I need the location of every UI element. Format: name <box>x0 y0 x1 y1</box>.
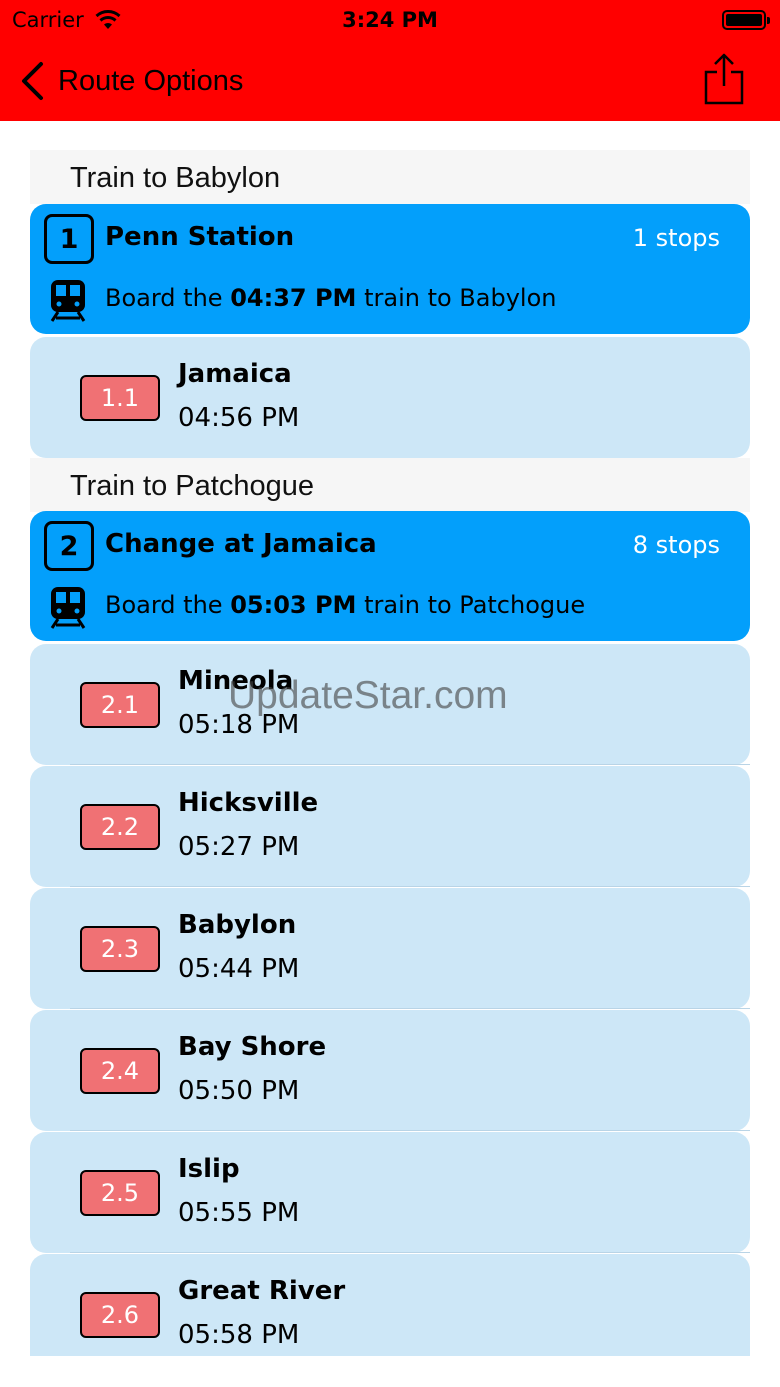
stop-name: Bay Shore <box>178 1032 327 1062</box>
stop-row[interactable]: 2.5 Islip 05:55 PM <box>30 1132 750 1253</box>
stop-code-badge: 2.3 <box>80 926 160 972</box>
train-icon <box>50 587 86 629</box>
back-button-label: Route Options <box>58 64 244 97</box>
stop-code-badge: 2.2 <box>80 804 160 850</box>
leg-stops-count: 8 stops <box>632 531 720 559</box>
stop-row[interactable]: 2.1 Mineola 05:18 PM <box>30 644 750 765</box>
stop-name: Hicksville <box>178 788 319 818</box>
chevron-left-icon <box>22 62 43 100</box>
back-button[interactable]: Route Options <box>20 56 243 106</box>
leg-station: Penn Station <box>105 222 295 252</box>
board-prefix: Board the <box>105 284 223 312</box>
stop-code-badge: 2.1 <box>80 682 160 728</box>
stop-name: Islip <box>178 1154 240 1184</box>
clock: 3:24 PM <box>342 8 438 32</box>
leg-number: 2 <box>44 521 94 571</box>
board-suffix: train to Babylon <box>364 284 557 312</box>
share-icon[interactable] <box>703 52 745 106</box>
boarding-info: Board the 04:37 PM train to Babylon <box>105 284 556 312</box>
stop-name: Babylon <box>178 910 297 940</box>
route-list[interactable]: Train to Babylon 1 Penn Station 1 stops … <box>30 121 750 1356</box>
row-separator <box>70 886 750 887</box>
section-header: Train to Patchogue <box>30 458 750 512</box>
board-time: 04:37 PM <box>230 284 357 312</box>
stop-time: 05:18 PM <box>178 710 300 740</box>
leg-number: 1 <box>44 214 94 264</box>
stop-time: 05:50 PM <box>178 1076 300 1106</box>
stop-code-badge: 2.5 <box>80 1170 160 1216</box>
stop-time: 05:55 PM <box>178 1198 300 1228</box>
leg-station: Change at Jamaica <box>105 529 377 559</box>
row-separator <box>70 1008 750 1009</box>
train-icon <box>50 280 86 322</box>
battery-icon <box>722 10 770 30</box>
leg-card[interactable]: 2 Change at Jamaica 8 stops Board the 05… <box>30 511 750 641</box>
stop-name: Jamaica <box>178 359 292 389</box>
board-prefix: Board the <box>105 591 223 619</box>
board-suffix: train to Patchogue <box>364 591 586 619</box>
stop-row[interactable]: 2.2 Hicksville 05:27 PM <box>30 766 750 887</box>
stop-time: 04:56 PM <box>178 403 300 433</box>
stop-row[interactable]: 2.6 Great River 05:58 PM <box>30 1254 750 1356</box>
stop-code-badge: 2.4 <box>80 1048 160 1094</box>
leg-stops-count: 1 stops <box>632 224 720 252</box>
stop-time: 05:27 PM <box>178 832 300 862</box>
stop-row[interactable]: 1.1 Jamaica 04:56 PM <box>30 337 750 458</box>
stop-time: 05:58 PM <box>178 1320 300 1350</box>
navigation-bar: Carrier 3:24 PM Route Options <box>0 0 780 121</box>
stop-name: Mineola <box>178 666 294 696</box>
stop-code-badge: 2.6 <box>80 1292 160 1338</box>
stop-row[interactable]: 2.3 Babylon 05:44 PM <box>30 888 750 1009</box>
board-time: 05:03 PM <box>230 591 357 619</box>
stop-row[interactable]: 2.4 Bay Shore 05:50 PM <box>30 1010 750 1131</box>
stop-code-badge: 1.1 <box>80 375 160 421</box>
section-header: Train to Babylon <box>30 150 750 204</box>
stop-time: 05:44 PM <box>178 954 300 984</box>
row-separator <box>70 1130 750 1131</box>
leg-card[interactable]: 1 Penn Station 1 stops Board the 04:37 P… <box>30 204 750 334</box>
status-bar: Carrier 3:24 PM <box>0 0 780 40</box>
stop-name: Great River <box>178 1276 346 1306</box>
section-title: Train to Patchogue <box>70 470 314 502</box>
boarding-info: Board the 05:03 PM train to Patchogue <box>105 591 585 619</box>
row-separator <box>70 1252 750 1253</box>
row-separator <box>70 764 750 765</box>
section-title: Train to Babylon <box>70 162 281 194</box>
